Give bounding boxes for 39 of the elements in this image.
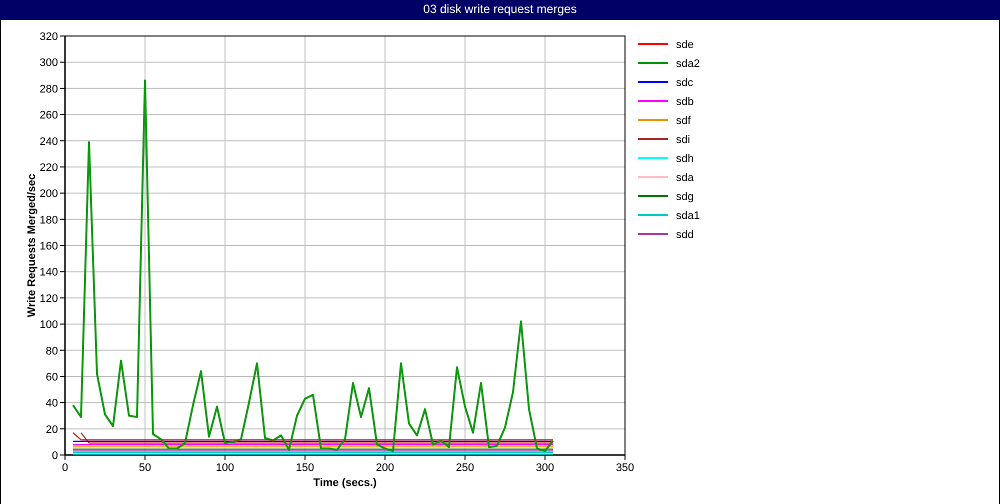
tick-label: 350 [616, 462, 634, 474]
legend-label: sda1 [676, 210, 700, 222]
window-title: 03 disk write request merges [0, 0, 1000, 19]
tick-label: 220 [40, 162, 58, 174]
legend-label: sdh [676, 153, 694, 165]
tick-label: 0 [62, 462, 68, 474]
tick-label: 200 [40, 188, 58, 200]
tick-label: 50 [138, 462, 152, 474]
tick-label: 180 [40, 214, 58, 226]
tick-label: 150 [296, 462, 314, 474]
tick-label: 300 [40, 57, 58, 70]
tick-label: 120 [40, 292, 58, 305]
legend-label: sde [676, 39, 694, 51]
legend-label: sdb [676, 96, 694, 108]
tick-label: 280 [40, 83, 58, 96]
tick-label: 0 [52, 450, 58, 462]
legend-label: sdc [676, 77, 694, 89]
tick-label: 300 [536, 462, 554, 474]
legend-label: sdg [676, 191, 694, 203]
tick-label: 260 [40, 110, 58, 122]
tick-label: 20 [46, 424, 58, 436]
tick-label: 160 [40, 240, 58, 252]
tick-label: 250 [456, 462, 474, 474]
legend-label: sda [676, 172, 694, 184]
legend-label: sdi [676, 134, 690, 146]
legend-label: sda2 [676, 58, 700, 70]
x-axis-title: Time (secs.) [313, 477, 377, 489]
tick-label: 100 [40, 319, 58, 332]
tick-label: 240 [40, 136, 58, 148]
tick-label: 80 [46, 345, 58, 358]
legend-label: sdf [676, 115, 691, 127]
tick-label: 320 [40, 31, 58, 43]
tick-label: 100 [216, 462, 234, 474]
y-axis-title: Write Requests Merged/sec [26, 174, 38, 318]
tick-label: 200 [376, 462, 394, 474]
tick-label: 60 [46, 371, 58, 384]
legend-label: sdd [676, 229, 694, 241]
tick-label: 140 [40, 266, 58, 279]
tick-label: 40 [46, 398, 58, 410]
